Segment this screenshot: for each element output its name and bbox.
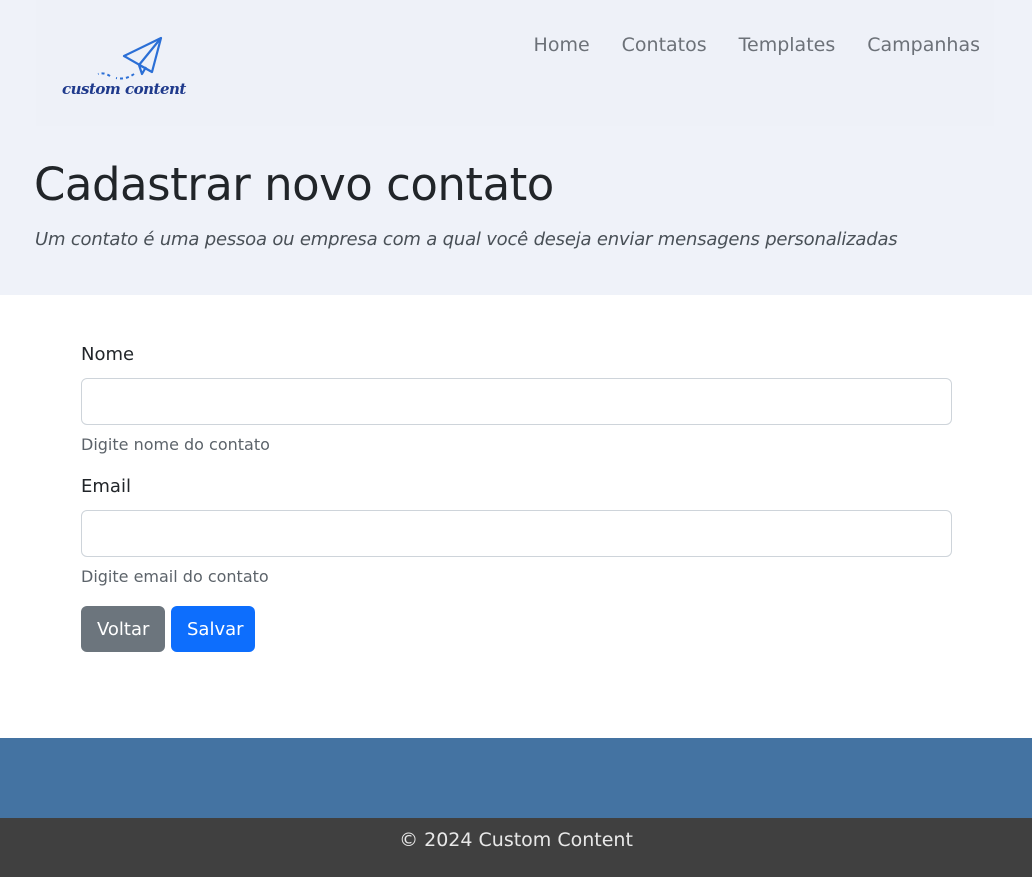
navbar: custom content Home Contatos Templates C… <box>36 0 994 126</box>
nav-links: Home Contatos Templates Campanhas <box>518 34 980 56</box>
brand-logo[interactable]: custom content <box>60 36 186 106</box>
nav-link-campanhas[interactable]: Campanhas <box>851 34 980 56</box>
footer: © 2024 Custom Content <box>0 818 1032 877</box>
form-actions: Voltar Salvar <box>81 606 952 652</box>
page-title: Cadastrar novo contato <box>34 158 554 211</box>
nav-link-contatos[interactable]: Contatos <box>606 34 723 56</box>
brand-logo-text: custom content <box>62 80 186 98</box>
email-input[interactable] <box>81 510 952 557</box>
footer-copyright: © 2024 Custom Content <box>399 829 633 851</box>
name-label: Nome <box>81 344 135 365</box>
paper-plane-icon <box>97 36 163 80</box>
email-help-text: Digite email do contato <box>81 567 269 586</box>
name-help-text: Digite nome do contato <box>81 435 270 454</box>
email-field-group: Email Digite email do contato <box>81 476 952 586</box>
back-button[interactable]: Voltar <box>81 606 165 652</box>
save-button[interactable]: Salvar <box>171 606 255 652</box>
page-subtitle: Um contato é uma pessoa ou empresa com a… <box>35 229 898 250</box>
contact-form: Nome Digite nome do contato Email Digite… <box>81 344 952 652</box>
footer-band <box>0 738 1032 818</box>
name-field-group: Nome Digite nome do contato <box>81 344 952 454</box>
nav-link-home[interactable]: Home <box>518 34 606 56</box>
name-input[interactable] <box>81 378 952 425</box>
email-label: Email <box>81 476 131 497</box>
nav-link-templates[interactable]: Templates <box>723 34 852 56</box>
